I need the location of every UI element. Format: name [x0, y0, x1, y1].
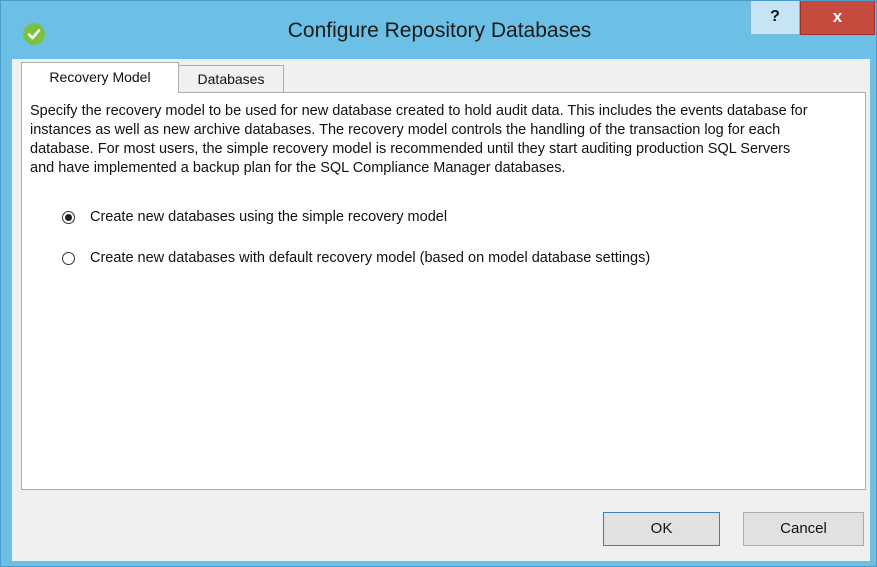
dialog-client-area: Recovery Model Databases Specify the rec…: [12, 59, 870, 561]
simple-recovery-radio[interactable]: [62, 210, 75, 224]
default-recovery-label[interactable]: Create new databases with default recove…: [90, 250, 650, 266]
cancel-button[interactable]: Cancel: [743, 512, 864, 546]
dialog-window: Configure Repository Databases ? x Recov…: [0, 0, 877, 567]
ok-button[interactable]: OK: [603, 512, 720, 546]
simple-recovery-label[interactable]: Create new databases using the simple re…: [90, 209, 447, 225]
tab-databases[interactable]: Databases: [178, 65, 284, 92]
recovery-model-description: Specify the recovery model to be used fo…: [30, 103, 808, 176]
window-title: Configure Repository Databases: [287, 19, 592, 42]
recovery-model-panel: Specify the recovery model to be used fo…: [21, 92, 866, 490]
simple-recovery-option[interactable]: Create new databases using the simple re…: [62, 206, 447, 228]
title-bar[interactable]: Configure Repository Databases ? x: [1, 1, 876, 59]
default-recovery-option[interactable]: Create new databases with default recove…: [62, 247, 650, 269]
tab-recovery-model[interactable]: Recovery Model: [21, 62, 179, 93]
close-button[interactable]: x: [800, 1, 875, 35]
default-recovery-radio[interactable]: [62, 251, 75, 265]
help-button[interactable]: ?: [750, 1, 800, 35]
